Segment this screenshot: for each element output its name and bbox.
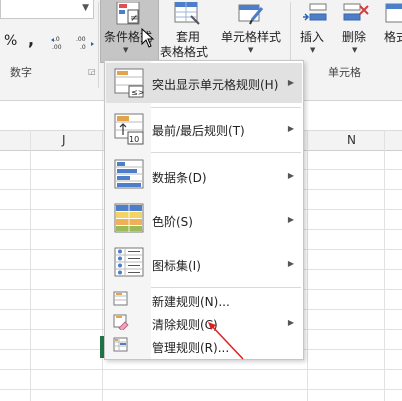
annotation-arrow (208, 322, 244, 360)
